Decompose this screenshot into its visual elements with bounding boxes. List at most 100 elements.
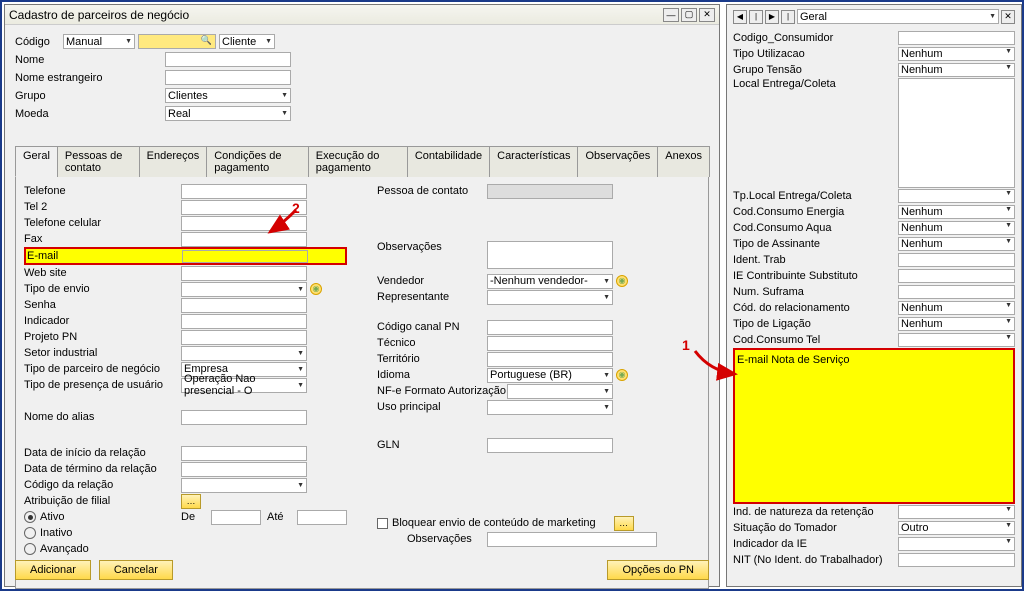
tipo-envio-combo[interactable] xyxy=(181,282,307,297)
cancelar-button[interactable]: Cancelar xyxy=(99,560,173,580)
tab-execucao[interactable]: Execução do pagamento xyxy=(308,146,408,177)
ate-input[interactable] xyxy=(297,510,347,525)
tab-anexos[interactable]: Anexos xyxy=(657,146,710,177)
udf-close-button[interactable]: ✕ xyxy=(1001,10,1015,24)
maximize-button[interactable]: ▢ xyxy=(681,8,697,22)
label-uso-principal: Uso principal xyxy=(377,401,487,413)
gln-input[interactable] xyxy=(487,438,613,453)
tipo-presenca-combo[interactable]: Operação Nao presencial - O xyxy=(181,378,307,393)
udf-category-combo[interactable]: Geral xyxy=(797,9,999,24)
vendedor-combo[interactable]: -Nenhum vendedor- xyxy=(487,274,613,289)
indicador-ie-combo[interactable] xyxy=(898,537,1015,551)
nome-input[interactable] xyxy=(165,52,291,67)
tecnico-input[interactable] xyxy=(487,336,613,351)
tab-pessoas[interactable]: Pessoas de contato xyxy=(57,146,140,177)
tipo-util-combo[interactable]: Nenhum xyxy=(898,47,1015,61)
opcoes-pn-button[interactable]: Opções do PN xyxy=(607,560,709,580)
nome-alias-input[interactable] xyxy=(181,410,307,425)
uso-principal-combo[interactable] xyxy=(487,400,613,415)
label-avancado: Avançado xyxy=(40,543,89,555)
label-celular: Telefone celular xyxy=(24,217,181,229)
nfe-combo[interactable] xyxy=(507,384,613,399)
codigo-canal-input[interactable] xyxy=(487,320,613,335)
indicador-input[interactable] xyxy=(181,314,307,329)
atrib-filial-button[interactable]: … xyxy=(181,494,201,509)
cod-relac-combo[interactable]: Nenhum xyxy=(898,301,1015,315)
data-inicio-input[interactable] xyxy=(181,446,307,461)
radio-inativo[interactable] xyxy=(24,527,36,539)
codigo-type-combo[interactable]: Cliente xyxy=(219,34,275,49)
obs-input[interactable] xyxy=(487,241,613,269)
bloquear-details-button[interactable]: … xyxy=(614,516,634,531)
tab-observacoes[interactable]: Observações xyxy=(577,146,658,177)
label-nome: Nome xyxy=(15,54,165,66)
senha-input[interactable] xyxy=(181,298,307,313)
nav-first-button[interactable]: ◀ xyxy=(733,10,747,24)
data-termino-input[interactable] xyxy=(181,462,307,477)
tipo-ligacao-combo[interactable]: Nenhum xyxy=(898,317,1015,331)
pessoa-contato-input[interactable] xyxy=(487,184,613,199)
representante-combo[interactable] xyxy=(487,290,613,305)
setor-combo[interactable] xyxy=(181,346,307,361)
close-button[interactable]: ✕ xyxy=(699,8,715,22)
website-input[interactable] xyxy=(181,266,307,281)
tp-local-combo[interactable] xyxy=(898,189,1015,203)
tab-enderecos[interactable]: Endereços xyxy=(139,146,208,177)
tab-caracteristicas[interactable]: Características xyxy=(489,146,578,177)
label-atrib-filial: Atribuição de filial xyxy=(24,495,181,507)
obs2-input[interactable] xyxy=(487,532,657,547)
cod-energia-combo[interactable]: Nenhum xyxy=(898,205,1015,219)
chk-bloquear[interactable] xyxy=(377,518,388,529)
projeto-input[interactable] xyxy=(181,330,307,345)
label-website: Web site xyxy=(24,267,181,279)
ident-trab-input[interactable] xyxy=(898,253,1015,267)
local-entrega-textarea[interactable] xyxy=(898,78,1015,188)
codigo-mode-combo[interactable]: Manual xyxy=(63,34,135,49)
codigo-relacao-combo[interactable] xyxy=(181,478,307,493)
de-input[interactable] xyxy=(211,510,261,525)
nav-last-button[interactable]: | xyxy=(781,10,795,24)
codigo-search-input[interactable]: 🔍 xyxy=(138,34,216,49)
fax-input[interactable] xyxy=(181,232,307,247)
idioma-link-icon[interactable]: ◉ xyxy=(616,369,628,381)
nome-estrangeiro-input[interactable] xyxy=(165,70,291,85)
email-input[interactable] xyxy=(182,250,308,263)
territorio-input[interactable] xyxy=(487,352,613,367)
label-projeto: Projeto PN xyxy=(24,331,181,343)
tab-contabilidade[interactable]: Contabilidade xyxy=(407,146,490,177)
cod-tel-combo[interactable] xyxy=(898,333,1015,347)
telefone-input[interactable] xyxy=(181,184,307,199)
email-nota-input[interactable] xyxy=(898,353,1011,367)
moeda-combo[interactable]: Real xyxy=(165,106,291,121)
nit-input[interactable] xyxy=(898,553,1015,567)
label-cod-tel: Cod.Consumo Tel xyxy=(733,334,898,346)
radio-ativo[interactable] xyxy=(24,511,36,523)
ind-natureza-combo[interactable] xyxy=(898,505,1015,519)
tipo-assinante-combo[interactable]: Nenhum xyxy=(898,237,1015,251)
grupo-combo[interactable]: Clientes xyxy=(165,88,291,103)
define-new-icon[interactable]: ◉ xyxy=(310,283,322,295)
tel2-input[interactable] xyxy=(181,200,307,215)
num-suframa-input[interactable] xyxy=(898,285,1015,299)
nav-prev-button[interactable]: | xyxy=(749,10,763,24)
cod-agua-combo[interactable]: Nenhum xyxy=(898,221,1015,235)
idioma-combo[interactable]: Portuguese (BR) xyxy=(487,368,613,383)
label-tipo-ligacao: Tipo de Ligação xyxy=(733,318,898,330)
label-ind-natureza: Ind. de natureza da retenção xyxy=(733,506,898,518)
celular-input[interactable] xyxy=(181,216,307,231)
nav-next-button[interactable]: ▶ xyxy=(765,10,779,24)
label-codigo-canal: Código canal PN xyxy=(377,321,487,333)
sit-tomador-combo[interactable]: Outro xyxy=(898,521,1015,535)
tab-condicoes[interactable]: Condições de pagamento xyxy=(206,146,309,177)
tab-geral[interactable]: Geral xyxy=(15,146,58,177)
radio-avancado[interactable] xyxy=(24,543,36,555)
tab-body-geral: Telefone Tel 2 Telefone celular Fax E-ma… xyxy=(15,177,709,589)
vendedor-link-icon[interactable]: ◉ xyxy=(616,275,628,287)
label-nome-estrangeiro: Nome estrangeiro xyxy=(15,72,165,84)
cod-consumidor-input[interactable] xyxy=(898,31,1015,45)
ie-contrib-input[interactable] xyxy=(898,269,1015,283)
adicionar-button[interactable]: Adicionar xyxy=(15,560,91,580)
minimize-button[interactable]: — xyxy=(663,8,679,22)
grupo-tensao-combo[interactable]: Nenhum xyxy=(898,63,1015,77)
label-tipo-presenca: Tipo de presença de usuário xyxy=(24,379,181,391)
